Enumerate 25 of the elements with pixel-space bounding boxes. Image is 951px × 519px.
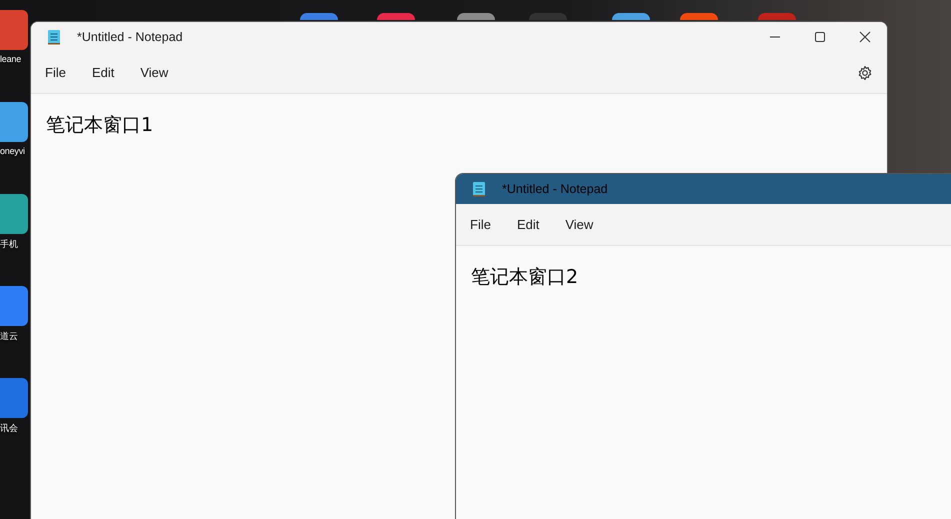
window-title: *Untitled - Notepad [502,182,608,196]
menu-item[interactable]: View [557,213,602,236]
close-icon[interactable] [859,31,871,43]
notepad-icon [47,29,61,45]
menu-item[interactable]: Edit [508,213,548,236]
desktop-icon-label[interactable]: leane [0,54,22,64]
window-title: *Untitled - Notepad [77,30,183,44]
app-icon[interactable] [377,13,415,20]
desktop-icon-label[interactable]: 讯会 [0,422,18,435]
menu-item[interactable]: File [462,213,499,236]
menu-item[interactable]: File [37,61,74,84]
maximize-icon[interactable] [814,31,826,43]
document-text: 笔记本窗口1 [46,114,154,136]
desktop-icon-label[interactable]: 手机 [0,238,18,251]
settings-icon[interactable] [857,64,873,80]
app-icon[interactable] [457,13,495,20]
app-icon[interactable] [612,13,650,20]
app-icon[interactable] [300,13,338,20]
menu-item[interactable]: Edit [84,61,122,84]
menu-item[interactable]: View [132,61,176,84]
document-text: 笔记本窗口2 [471,266,578,288]
notepad-icon [472,181,486,197]
app-icon[interactable] [680,13,718,20]
desktop-icon-label[interactable]: 道云 [0,330,18,343]
desktop-icon-label[interactable]: oneyvi [0,146,25,156]
